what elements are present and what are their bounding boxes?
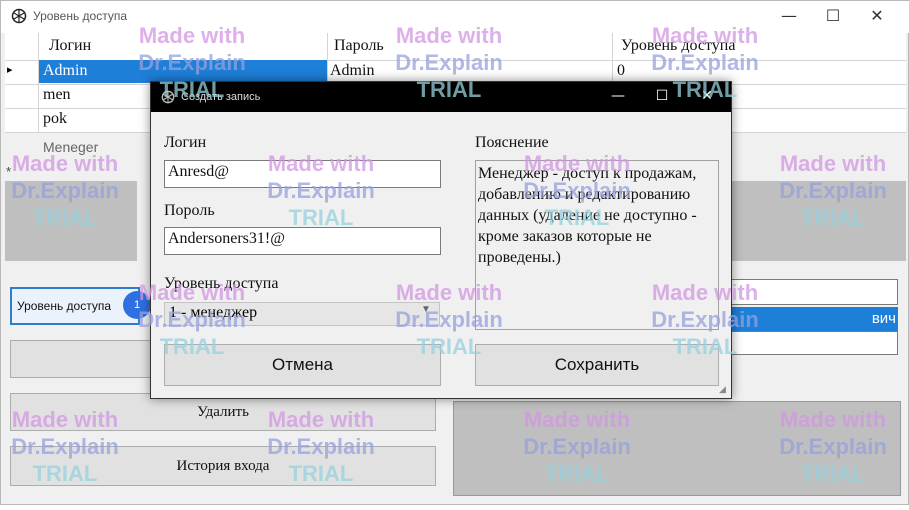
table-row-login[interactable]: Admin — [43, 62, 87, 80]
window-title: Уровень доступа — [33, 9, 128, 23]
password-field[interactable]: Andersoners31!@ — [164, 227, 441, 255]
column-header-login[interactable]: Логин — [49, 37, 91, 55]
create-record-dialog: Создать запись — ☐ ✕ Логин Anresd@ Порол… — [150, 81, 732, 399]
close-button[interactable]: ✕ — [854, 1, 900, 33]
chevron-down-icon[interactable]: ▼ — [421, 304, 431, 315]
app-logo-icon — [11, 8, 27, 24]
gray-panel — [731, 181, 906, 261]
access-level-filter-label: Уровень доступа — [17, 299, 112, 313]
dialog-title-bar: Создать запись — ☐ ✕ — [151, 82, 731, 112]
access-level-select[interactable]: 1 - менеджер — [164, 302, 440, 326]
save-button[interactable]: Сохранить — [475, 344, 719, 386]
history-button[interactable]: История входа — [10, 446, 436, 486]
access-level-label: Уровень доступа — [164, 275, 279, 292]
explanation-label: Пояснение — [475, 134, 549, 151]
search-input[interactable] — [731, 279, 898, 305]
list-item-label: вич — [871, 310, 896, 327]
delete-button-label: Удалить — [197, 404, 249, 420]
app-logo-icon — [161, 90, 175, 104]
column-header-level[interactable]: Уровень доступа — [621, 37, 735, 55]
callout-badge: 1 — [123, 291, 151, 319]
dialog-close-button[interactable]: ✕ — [684, 82, 730, 112]
table-row-password[interactable]: Admin — [330, 62, 374, 80]
column-header-password[interactable]: Пароль — [334, 37, 384, 55]
dialog-minimize-button[interactable]: — — [595, 82, 641, 112]
dialog-title: Создать запись — [181, 91, 261, 103]
dialog-maximize-button[interactable]: ☐ — [639, 82, 685, 112]
action-button[interactable] — [10, 340, 154, 378]
list-item-selected[interactable]: вич — [731, 307, 898, 331]
list-item[interactable] — [731, 331, 898, 355]
title-bar: Уровень доступа — ☐ ✕ — [1, 1, 909, 33]
table-row-login[interactable]: Meneger — [43, 139, 98, 155]
login-label: Логин — [164, 134, 207, 151]
save-button-label: Сохранить — [554, 355, 640, 374]
minimize-button[interactable]: — — [766, 1, 812, 33]
table-row-login[interactable]: pok — [43, 110, 67, 128]
maximize-button[interactable]: ☐ — [810, 1, 856, 33]
explanation-text: Менеджер - доступ к продажам, добавлению… — [475, 160, 719, 330]
grid-col-line — [38, 33, 39, 133]
cancel-button-label: Отмена — [272, 355, 333, 374]
gray-panel — [5, 181, 137, 261]
row-indicator-icon: ▸ — [7, 64, 13, 76]
password-label: Пороль — [164, 202, 215, 219]
cancel-button[interactable]: Отмена — [164, 344, 441, 386]
new-row-indicator-icon: * — [6, 164, 12, 179]
history-button-label: История входа — [176, 458, 270, 474]
resize-grip-icon[interactable]: ◢ — [719, 384, 726, 395]
table-row-level[interactable]: 0 — [617, 62, 625, 80]
table-row-login[interactable]: men — [43, 86, 71, 104]
login-field[interactable]: Anresd@ — [164, 160, 441, 188]
gray-panel — [453, 401, 901, 496]
